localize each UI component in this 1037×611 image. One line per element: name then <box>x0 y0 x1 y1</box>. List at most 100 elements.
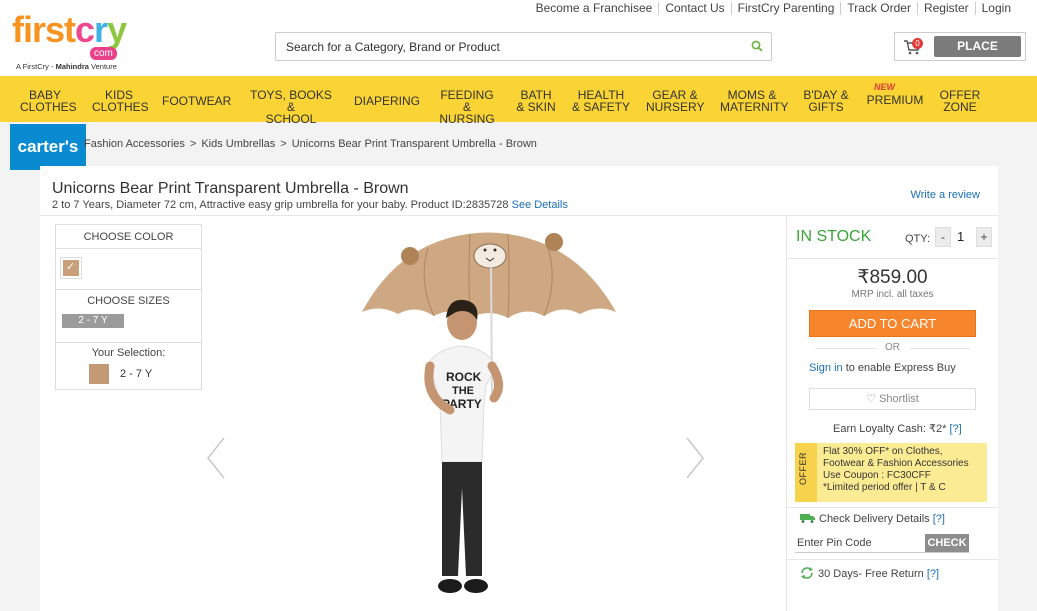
returns-label: 30 Days- Free Return <box>818 568 924 580</box>
shortlist-button[interactable]: ♡ Shortlist <box>809 388 976 410</box>
link-track-order[interactable]: Track Order <box>840 2 917 15</box>
qty-increase-button[interactable]: + <box>976 227 992 247</box>
place-order-button[interactable]: PLACE ORDER <box>934 36 1021 74</box>
nav-premium[interactable]: PREMIUM <box>866 94 924 106</box>
logo-part-first: first <box>12 9 76 50</box>
mrp-note: MRP incl. all taxes <box>851 289 934 300</box>
loyalty-cash: Earn Loyalty Cash: ₹2* [?] <box>833 422 962 435</box>
link-register[interactable]: Register <box>916 2 975 15</box>
product-image[interactable]: ROCK THE PARTY <box>358 226 620 611</box>
delivery-help-link[interactable]: [?] <box>933 513 945 525</box>
nav-feeding-nursing[interactable]: FEEDING & NURSING <box>436 89 498 125</box>
offer-terms: *Limited period offer | T & C <box>823 482 946 493</box>
qty-value[interactable]: 1 <box>957 229 964 244</box>
breadcrumb-fashion-accessories[interactable]: Fashion Accessories <box>84 138 185 150</box>
link-contact-us[interactable]: Contact Us <box>658 2 730 15</box>
nav-label-line2: NURSERY <box>646 100 705 114</box>
qty-decrease-button[interactable]: - <box>935 227 951 247</box>
breadcrumb-separator: > <box>280 138 287 150</box>
nav-label-line2: GIFTS <box>808 100 844 114</box>
divider <box>787 258 998 259</box>
nav-bath-skin[interactable]: BATH & SKIN <box>515 89 557 113</box>
nav-label-line1: FEEDING & <box>440 88 494 114</box>
nav-label-line2: CLOTHES <box>20 100 77 114</box>
express-buy-signin: Sign in to enable Express Buy <box>809 362 956 374</box>
nav-moms-maternity[interactable]: MOMS & MATERNITY <box>720 89 788 113</box>
nav-toys-books-school[interactable]: TOYS, BOOKS & SCHOOL <box>246 89 336 125</box>
tagline-prefix: A FirstCry - <box>16 62 56 71</box>
nav-baby-clothes[interactable]: BABY CLOTHES <box>20 89 77 114</box>
product-price: ₹859.00 <box>857 267 928 288</box>
loyalty-help-link[interactable]: [?] <box>949 423 961 435</box>
nav-offer-zone[interactable]: OFFER ZONE <box>938 89 982 113</box>
link-firstcry-parenting[interactable]: FirstCry Parenting <box>730 2 841 15</box>
nav-diapering[interactable]: DIAPERING <box>354 95 420 107</box>
shirt-print-line1: ROCK <box>446 370 482 384</box>
nav-health-safety[interactable]: HEALTH & SAFETY <box>572 89 630 113</box>
cart-count-badge: 0 <box>912 38 923 49</box>
return-icon <box>801 567 813 579</box>
nav-label-line2: NURSING <box>439 112 495 126</box>
top-links: Become a Franchisee Contact Us FirstCry … <box>530 2 1017 15</box>
returns-help-link[interactable]: [?] <box>927 568 939 580</box>
nav-label-line1: FOOTWEAR <box>162 94 232 108</box>
product-description: 2 to 7 Years, Diameter 72 cm, Attractive… <box>52 199 568 211</box>
nav-label-line2: & SAFETY <box>572 100 631 114</box>
or-separator: OR <box>787 342 998 353</box>
breadcrumb-current: Unicorns Bear Print Transparent Umbrella… <box>291 138 537 150</box>
your-selection-heading: Your Selection: <box>91 347 166 359</box>
sign-in-link[interactable]: Sign in <box>809 362 843 374</box>
logo-com-badge: com <box>90 47 117 60</box>
offer-coupon: Use Coupon : FC30CFF <box>823 470 931 481</box>
shirt-print-line2: THE <box>452 385 474 397</box>
link-login[interactable]: Login <box>974 2 1017 15</box>
color-swatch-brown[interactable]: ✓ <box>60 257 82 279</box>
firstcry-logo[interactable]: firstcry com A FirstCry - Mahindra Ventu… <box>12 10 142 72</box>
add-to-cart-button[interactable]: ADD TO CART <box>809 310 976 337</box>
qty-label: QTY: <box>905 233 931 245</box>
nav-new-badge: NEW <box>874 82 895 92</box>
nav-footwear[interactable]: FOOTWEAR <box>162 94 232 108</box>
options-box: CHOOSE COLOR ✓ CHOOSE SIZES 2 - 7 Y Your… <box>55 224 202 390</box>
breadcrumb-kids-umbrellas[interactable]: Kids Umbrellas <box>201 138 275 150</box>
search-box <box>275 32 772 61</box>
previous-image-arrow-icon[interactable] <box>206 436 226 480</box>
sign-in-suffix: to enable Express Buy <box>842 362 956 374</box>
loyalty-label: Earn Loyalty Cash: ₹2* <box>833 423 947 435</box>
buy-box: IN STOCK QTY: - 1 + ₹859.00 MRP incl. al… <box>786 216 998 611</box>
logo-wordmark: firstcry <box>12 9 127 50</box>
see-details-link[interactable]: See Details <box>512 199 568 211</box>
write-review-link[interactable]: Write a review <box>911 189 980 201</box>
pincode-form: CHECK <box>795 533 969 553</box>
site-header: firstcry com A FirstCry - Mahindra Ventu… <box>0 0 1037 76</box>
size-option-2-7y[interactable]: 2 - 7 Y <box>62 314 124 328</box>
divider <box>56 342 201 343</box>
nav-label-line1: TOYS, BOOKS & <box>250 88 332 114</box>
offer-text: Flat 30% OFF* on Clothes, Footwear & Fas… <box>823 446 983 494</box>
search-input[interactable] <box>276 33 736 60</box>
nav-kids-clothes[interactable]: KIDS CLOTHES <box>92 89 149 113</box>
carters-brand-badge[interactable]: carter's <box>10 124 86 170</box>
breadcrumb: Fashion Accessories > Kids Umbrellas > Unico… <box>84 138 537 150</box>
logo-part-r: r <box>94 9 108 50</box>
logo-part-y: y <box>107 9 127 50</box>
check-delivery: Check Delivery Details [?] <box>800 513 945 525</box>
nav-gear-nursery[interactable]: GEAR & NURSERY <box>646 89 704 113</box>
selected-color-swatch <box>89 364 109 384</box>
search-icon[interactable] <box>751 40 763 52</box>
nav-bday-gifts[interactable]: B'DAY & GIFTS <box>802 89 850 113</box>
offer-banner[interactable]: OFFER Flat 30% OFF* on Clothes, Footwear… <box>795 443 987 502</box>
logo-tagline: A FirstCry - Mahindra Venture <box>16 62 117 71</box>
link-become-franchisee[interactable]: Become a Franchisee <box>530 2 659 15</box>
next-image-arrow-icon[interactable] <box>685 436 705 480</box>
offer-line1: Flat 30% OFF* on Clothes, Footwear & Fas… <box>823 446 969 469</box>
tagline-brand: Mahindra <box>55 62 89 71</box>
check-pincode-button[interactable]: CHECK <box>925 534 969 552</box>
breadcrumb-separator: > <box>189 138 197 150</box>
divider <box>787 559 998 560</box>
selected-size: 2 - 7 Y <box>120 368 153 380</box>
free-return: 30 Days- Free Return [?] <box>800 567 939 580</box>
truck-icon <box>800 514 815 523</box>
pincode-input[interactable] <box>795 533 917 553</box>
nav-label-line1: PREMIUM <box>866 93 924 107</box>
